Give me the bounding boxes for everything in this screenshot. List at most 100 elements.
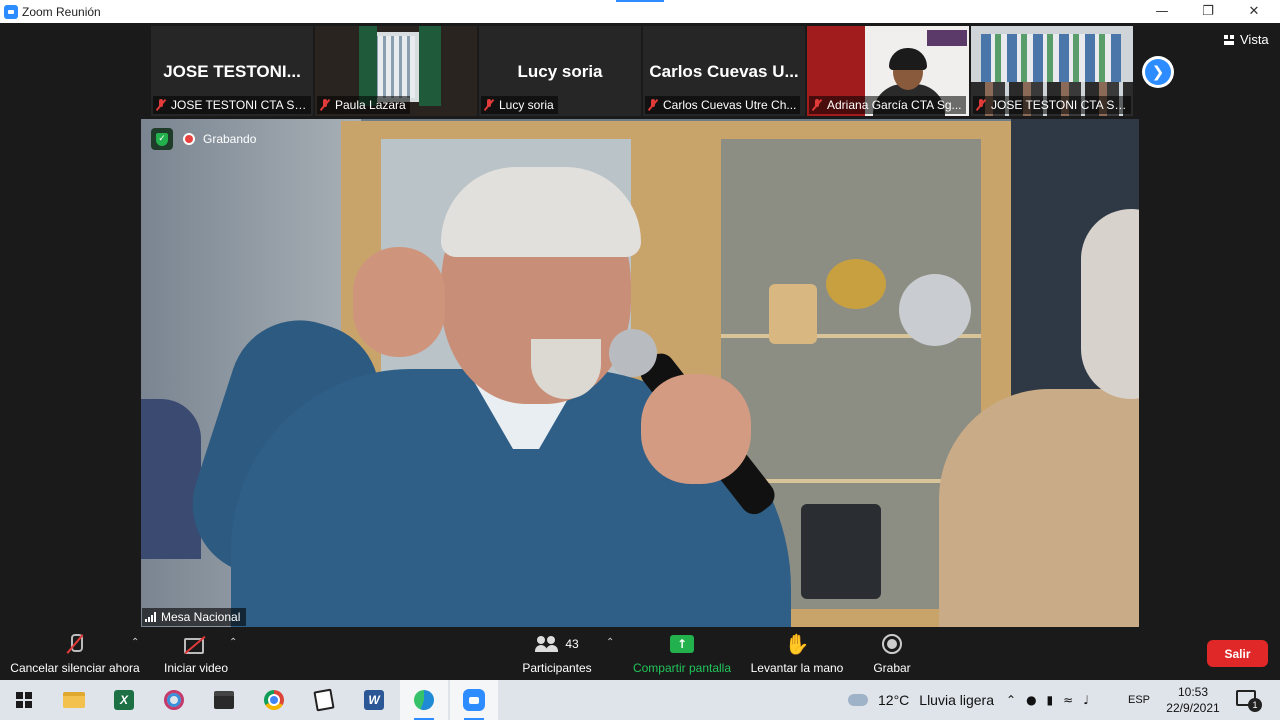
meeting-toolbar: Cancelar silenciar ahora ⌃ Iniciar video…	[0, 627, 1280, 680]
participant-caption: Paula Lazara	[317, 96, 410, 114]
mic-muted-icon	[320, 99, 330, 111]
raise-hand-label: Levantar la mano	[750, 661, 844, 675]
tray-chevron-up-icon[interactable]: ⌃	[1006, 693, 1016, 707]
minimize-icon: —	[1155, 4, 1169, 19]
title-accent	[616, 0, 664, 2]
share-screen-button[interactable]: ↑ Compartir pantalla	[627, 627, 737, 680]
grid-view-icon	[1224, 34, 1234, 45]
notification-badge: 1	[1248, 698, 1262, 712]
taskbar-paint[interactable]	[150, 680, 198, 720]
participant-thumbnail[interactable]: Carlos Cuevas U... Carlos Cuevas Utre Ch…	[643, 26, 805, 116]
taskbar-clock[interactable]: 10:53 22/9/2021	[1160, 684, 1226, 716]
rain-cloud-icon	[848, 694, 868, 706]
system-tray: ⌃ ● ▮ ≈ ♩	[1006, 680, 1089, 720]
restore-icon: ❐	[1202, 4, 1214, 19]
minimize-button[interactable]: —	[1139, 0, 1185, 23]
volume-icon[interactable]: ♩	[1083, 693, 1089, 707]
taskbar-word[interactable]: W	[350, 680, 398, 720]
participants-label: Participantes	[522, 661, 592, 675]
view-button[interactable]: Vista	[1224, 32, 1269, 47]
participant-thumbnail[interactable]: Adriana García CTA Sg...	[807, 26, 969, 116]
close-button[interactable]: ✕	[1231, 0, 1277, 23]
solitaire-icon	[313, 688, 335, 712]
participants-options-chevron-up-icon[interactable]: ⌃	[606, 637, 614, 648]
share-screen-label: Compartir pantalla	[632, 661, 732, 675]
raise-hand-button[interactable]: ✋ Levantar la mano	[748, 627, 846, 680]
participant-caption-text: Carlos Cuevas Utre Ch...	[663, 98, 797, 112]
participants-icon	[535, 636, 559, 652]
battery-icon[interactable]: ▮	[1047, 693, 1054, 707]
taskbar-excel[interactable]: X	[100, 680, 148, 720]
meeting-stage: JOSE TESTONI... JOSE TESTONI CTA ST... P…	[0, 23, 1280, 627]
zoom-icon	[463, 689, 485, 711]
window-title: Zoom Reunión	[22, 4, 101, 19]
mic-muted-icon	[812, 99, 822, 111]
microphone-tray-icon[interactable]: ●	[1026, 693, 1036, 707]
participants-count: 43	[565, 637, 579, 651]
participant-thumbnail[interactable]: JOSE TESTONI... JOSE TESTONI CTA ST...	[151, 26, 313, 116]
taskbar-edge[interactable]	[400, 680, 448, 720]
record-label: Grabar	[873, 661, 911, 675]
chrome-icon	[264, 690, 284, 710]
excel-icon: X	[114, 690, 134, 710]
participant-caption: Carlos Cuevas Utre Ch...	[645, 96, 801, 114]
taskbar-file-explorer[interactable]	[50, 680, 98, 720]
mic-muted-icon	[484, 99, 494, 111]
participant-caption: Lucy soria	[481, 96, 558, 114]
participant-caption: JOSE TESTONI CTA Sa...	[973, 96, 1131, 114]
security-shield-icon[interactable]: ✓	[151, 128, 173, 150]
participants-button[interactable]: 43 Participantes	[516, 627, 598, 680]
recording-indicator: Grabando	[183, 129, 256, 149]
participant-thumbnail[interactable]: JOSE TESTONI CTA Sa...	[971, 26, 1133, 116]
record-dot-icon	[183, 133, 195, 145]
audio-options-chevron-up-icon[interactable]: ⌃	[131, 637, 139, 648]
speaker-name-label: Mesa Nacional	[142, 608, 247, 626]
participant-caption-text: Paula Lazara	[335, 98, 406, 112]
participant-caption-text: JOSE TESTONI CTA ST...	[171, 98, 307, 112]
paint-icon	[164, 690, 184, 710]
store-icon	[214, 691, 234, 709]
mic-muted-icon	[976, 99, 986, 111]
weather-description: Lluvia ligera	[919, 692, 994, 708]
zoom-window: Zoom Reunión — ❐ ✕ JOSE TESTONI... JOSE …	[0, 0, 1280, 720]
file-explorer-icon	[63, 692, 85, 708]
language-indicator[interactable]: ESP	[1128, 680, 1150, 720]
start-button[interactable]	[0, 680, 48, 720]
zoom-app-icon	[4, 4, 18, 19]
taskbar-solitaire[interactable]	[300, 680, 348, 720]
active-speaker-video[interactable]: ✓ Grabando Mesa Nacional	[141, 119, 1139, 627]
close-icon: ✕	[1248, 4, 1260, 19]
unmute-button[interactable]: Cancelar silenciar ahora	[8, 627, 142, 680]
mic-muted-icon	[156, 99, 166, 111]
participant-display-name: JOSE TESTONI...	[163, 62, 301, 81]
record-button[interactable]: Grabar	[866, 627, 918, 680]
participant-caption-text: Adriana García CTA Sg...	[827, 98, 962, 112]
record-icon	[882, 634, 902, 654]
clock-date: 22/9/2021	[1166, 701, 1220, 715]
participant-caption-text: JOSE TESTONI CTA Sa...	[991, 98, 1127, 112]
participant-thumbnails: JOSE TESTONI... JOSE TESTONI CTA ST... P…	[151, 26, 1133, 116]
start-video-label: Iniciar video	[163, 661, 229, 675]
next-page-button[interactable]: ❯	[1142, 56, 1174, 88]
taskbar-zoom[interactable]	[450, 680, 498, 720]
start-video-button[interactable]: Iniciar video	[160, 627, 232, 680]
windows-taskbar: X W 12°C Lluvia ligera ⌃ ● ▮ ≈ ♩ ESP 10:…	[0, 680, 1280, 720]
taskbar-chrome[interactable]	[250, 680, 298, 720]
leave-meeting-button[interactable]: Salir	[1207, 640, 1268, 667]
wifi-icon[interactable]: ≈	[1063, 693, 1073, 707]
share-screen-icon: ↑	[670, 635, 694, 653]
recording-label: Grabando	[203, 132, 257, 146]
participant-display-name: Lucy soria	[517, 62, 603, 81]
video-options-chevron-up-icon[interactable]: ⌃	[229, 637, 237, 648]
title-bar: Zoom Reunión — ❐ ✕	[0, 0, 1280, 23]
participant-thumbnail[interactable]: Lucy soria Lucy soria	[479, 26, 641, 116]
participant-caption-text: Lucy soria	[499, 98, 554, 112]
participant-thumbnail[interactable]: Paula Lazara	[315, 26, 477, 116]
taskbar-store[interactable]	[200, 680, 248, 720]
restore-button[interactable]: ❐	[1185, 0, 1231, 23]
weather-temperature: 12°C	[878, 692, 910, 708]
weather-widget[interactable]: 12°C Lluvia ligera	[848, 680, 994, 720]
notifications-icon[interactable]: 1	[1236, 690, 1262, 712]
view-label: Vista	[1240, 32, 1269, 47]
participant-caption: Adriana García CTA Sg...	[809, 96, 966, 114]
